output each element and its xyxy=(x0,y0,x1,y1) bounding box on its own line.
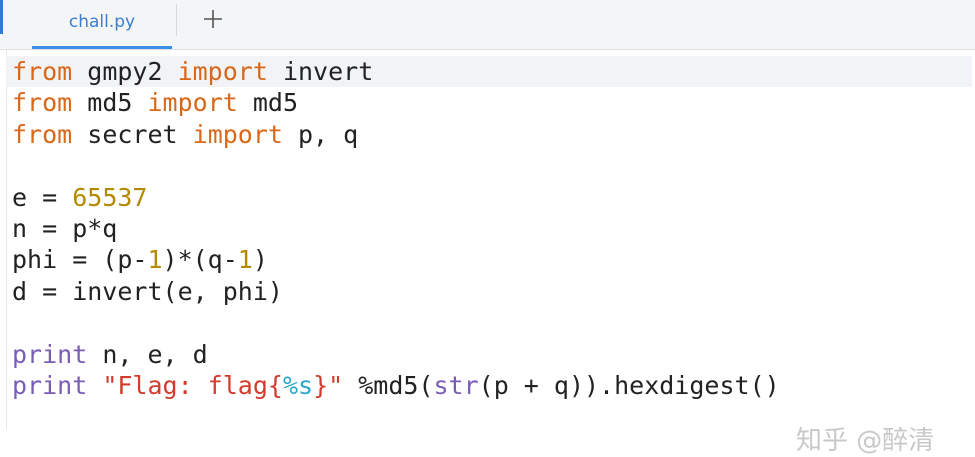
code-token: n = p*q xyxy=(12,213,118,243)
code-line-2: from md5 import md5 xyxy=(12,87,972,118)
code-token: p, q xyxy=(282,119,359,149)
tab-edge-indicator xyxy=(0,0,3,34)
tab-chall-py[interactable]: chall.py xyxy=(32,0,172,49)
keyword-token: from xyxy=(12,57,73,86)
new-tab-button[interactable] xyxy=(198,4,228,34)
builtin-token: print xyxy=(12,339,88,369)
keyword-token: import xyxy=(147,88,238,118)
code-token: secret xyxy=(72,119,193,149)
code-line-1: from gmpy2 import invert xyxy=(6,56,972,88)
code-area[interactable]: from gmpy2 import invert from md5 import … xyxy=(6,56,972,401)
keyword-token: from xyxy=(12,88,73,118)
tab-bar: chall.py xyxy=(0,0,975,50)
code-token: %md5( xyxy=(343,370,434,400)
editor-gutter xyxy=(6,50,7,429)
code-token: invert xyxy=(267,57,374,86)
tab-label: chall.py xyxy=(68,12,136,32)
format-token: %s xyxy=(282,370,314,400)
number-token: 1 xyxy=(237,245,253,275)
code-token: e = xyxy=(12,182,73,212)
builtin-token: print xyxy=(12,370,88,400)
code-line-3: from secret import p, q xyxy=(12,119,972,150)
plus-icon xyxy=(204,10,222,28)
code-line-11: print "Flag: flag{%s}" %md5(str(p + q)).… xyxy=(12,370,972,401)
code-line-6: n = p*q xyxy=(12,213,972,244)
code-token: gmpy2 xyxy=(72,57,178,86)
keyword-token: import xyxy=(177,57,268,86)
code-token: md5 xyxy=(72,88,148,118)
code-token: d = invert(e, phi) xyxy=(12,276,283,306)
zhihu-watermark: 知乎 @醉清 xyxy=(796,426,935,456)
code-line-5: e = 65537 xyxy=(12,182,972,213)
code-token: (p + q)).hexdigest() xyxy=(478,370,780,400)
code-line-7: phi = (p-1)*(q-1) xyxy=(12,244,972,275)
code-token: )*(q- xyxy=(162,245,238,275)
string-token: }" xyxy=(313,370,344,400)
code-editor[interactable]: from gmpy2 import invert from md5 import … xyxy=(0,50,975,456)
keyword-token: from xyxy=(12,119,73,149)
code-line-8: d = invert(e, phi) xyxy=(12,276,972,307)
builtin-token: str xyxy=(433,370,479,400)
string-token: "Flag: flag{ xyxy=(102,370,283,400)
number-token: 65537 xyxy=(72,182,148,212)
code-line-10: print n, e, d xyxy=(12,339,972,370)
code-token: md5 xyxy=(237,88,299,118)
number-token: 1 xyxy=(147,245,163,275)
keyword-token: import xyxy=(192,119,283,149)
code-token: phi = (p- xyxy=(12,245,148,275)
code-token: n, e, d xyxy=(87,339,208,369)
tab-separator xyxy=(176,4,177,36)
code-token: ) xyxy=(252,245,268,275)
